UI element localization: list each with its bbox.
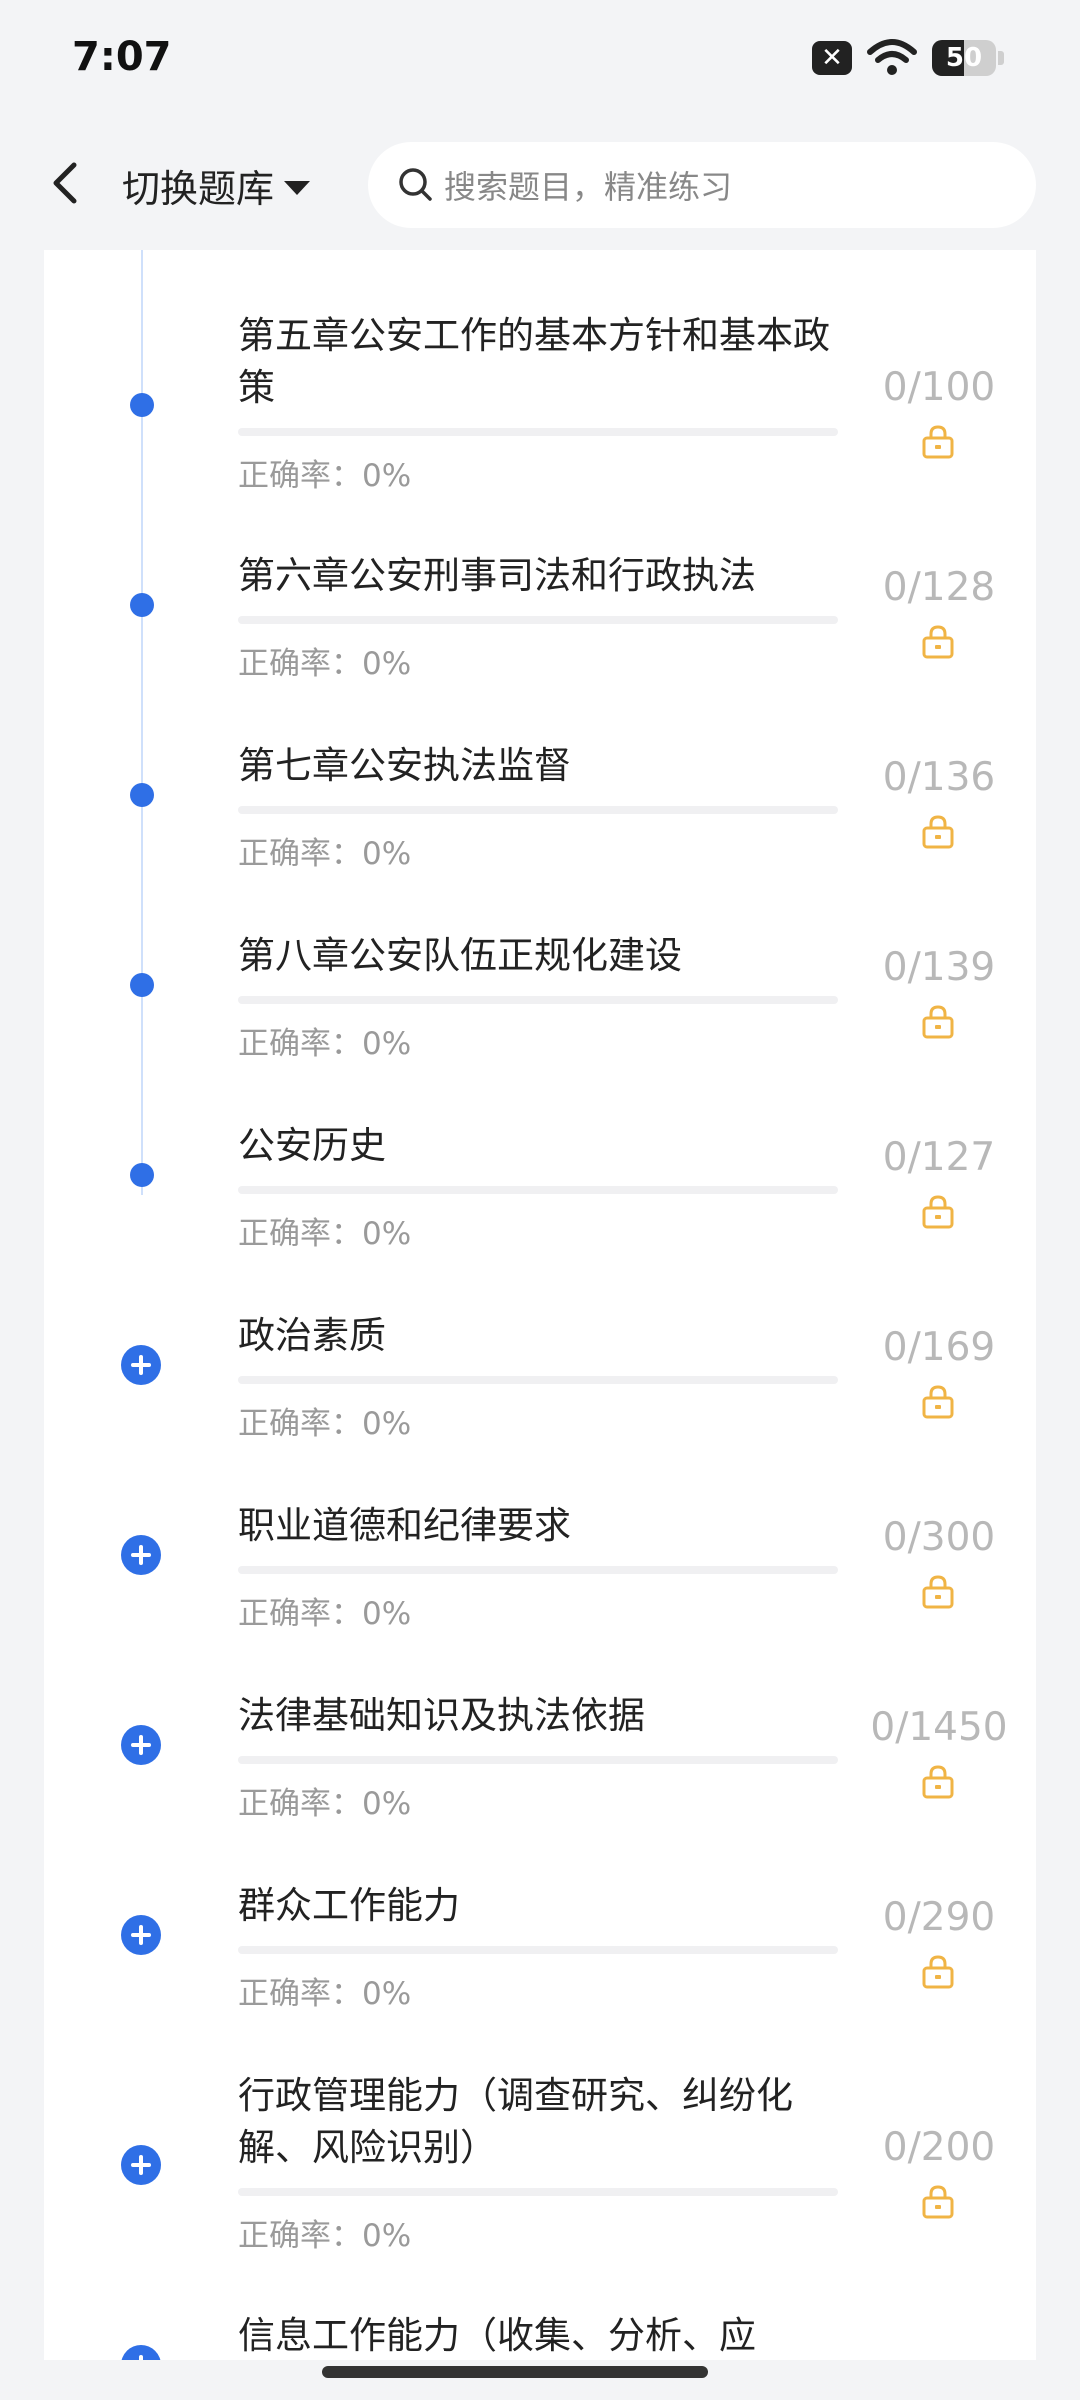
progress-bar (238, 616, 838, 624)
chapter-title: 行政管理能力（调查研究、纠纷化解、风险识别） (238, 2074, 793, 2169)
question-count: 0/290 (882, 1895, 996, 1940)
search-icon (399, 168, 432, 201)
timeline-dot-icon (130, 783, 154, 807)
chapter-list: 第五章公安工作的基本方针和基本政策正确率：0% 0/100 第六章公安刑事司法和行政… (44, 250, 1036, 2360)
lock-icon (918, 1951, 958, 1991)
timeline-dot-icon (130, 973, 154, 997)
lock-icon (918, 1191, 958, 1231)
question-count: 0/139 (882, 945, 996, 990)
back-arrow-icon (53, 162, 77, 204)
switch-bank-button[interactable]: 切换题库 (122, 158, 311, 213)
chapter-title: 第五章公安工作的基本方针和基本政策 (238, 314, 830, 409)
battery-level: 50 (945, 43, 983, 73)
progress-bar (238, 428, 838, 436)
chapter-title: 第七章公安执法监督 (238, 744, 571, 787)
home-indicator[interactable] (322, 2366, 708, 2378)
switch-bank-label: 切换题库 (122, 167, 275, 211)
status-time: 7:07 (72, 34, 172, 80)
lock-icon (918, 1001, 958, 1041)
accuracy-rate: 正确率：0% (238, 1786, 412, 1822)
expand-plus-icon[interactable] (121, 1725, 161, 1765)
caret-down-icon (284, 180, 311, 195)
question-count: 0/1450 (870, 1705, 1008, 1750)
question-count: 0/300 (882, 1515, 996, 1560)
question-count: 0/127 (882, 1135, 996, 1180)
progress-bar (238, 1566, 838, 1574)
progress-bar (238, 996, 838, 1004)
question-count: 0/200 (882, 2125, 996, 2170)
accuracy-rate: 正确率：0% (238, 2218, 412, 2254)
chapter-title: 公安历史 (238, 1124, 386, 1167)
header: 切换题库 搜索题目，精准练习 (0, 120, 1080, 250)
accuracy-rate: 正确率：0% (238, 646, 412, 682)
expand-plus-icon[interactable] (121, 1535, 161, 1575)
accuracy-rate: 正确率：0% (238, 1216, 412, 1252)
progress-bar (238, 2188, 838, 2196)
accuracy-rate: 正确率：0% (238, 836, 412, 872)
no-sim-icon: ✕ (812, 41, 852, 75)
status-icons: ✕ 50 (812, 38, 1004, 78)
status-bar: 7:07 ✕ 50 (0, 0, 1080, 120)
question-count: 0/100 (882, 365, 996, 410)
expand-plus-icon[interactable] (121, 1345, 161, 1385)
lock-icon (918, 811, 958, 851)
wifi-icon (866, 38, 918, 78)
accuracy-rate: 正确率：0% (238, 1026, 412, 1062)
progress-bar (238, 1186, 838, 1194)
progress-bar (238, 1376, 838, 1384)
timeline-dot-icon (130, 393, 154, 417)
chapter-title: 群众工作能力 (238, 1884, 460, 1927)
chapter-title: 信息工作能力（收集、分析、应 (238, 2314, 756, 2357)
search-input[interactable]: 搜索题目，精准练习 (368, 142, 1036, 228)
search-placeholder: 搜索题目，精准练习 (444, 168, 733, 206)
timeline-dot-icon (130, 593, 154, 617)
lock-icon (918, 421, 958, 461)
question-count: 0/136 (882, 755, 996, 800)
chapter-title: 第八章公安队伍正规化建设 (238, 934, 682, 977)
chapter-title: 职业道德和纪律要求 (238, 1504, 571, 1547)
question-count: 0/128 (882, 565, 996, 610)
progress-bar (238, 1946, 838, 1954)
lock-icon (918, 2181, 958, 2221)
accuracy-rate: 正确率：0% (238, 458, 412, 494)
lock-icon (918, 1571, 958, 1611)
lock-icon (918, 1381, 958, 1421)
expand-plus-icon[interactable] (121, 1915, 161, 1955)
expand-plus-icon[interactable] (121, 2345, 161, 2360)
lock-icon (918, 621, 958, 661)
progress-bar (238, 806, 838, 814)
question-count: 0/169 (882, 1325, 996, 1370)
accuracy-rate: 正确率：0% (238, 1596, 412, 1632)
accuracy-rate: 正确率：0% (238, 1406, 412, 1442)
back-button[interactable] (40, 158, 90, 208)
chapter-title: 政治素质 (238, 1314, 386, 1357)
chapter-title: 第六章公安刑事司法和行政执法 (238, 554, 756, 597)
timeline-line (141, 250, 143, 1195)
expand-plus-icon[interactable] (121, 2145, 161, 2185)
battery-tip (998, 51, 1004, 65)
battery-icon: 50 (932, 40, 996, 76)
chapter-title: 法律基础知识及执法依据 (238, 1694, 645, 1737)
timeline-dot-icon (130, 1163, 154, 1187)
lock-icon (918, 1761, 958, 1801)
accuracy-rate: 正确率：0% (238, 1976, 412, 2012)
progress-bar (238, 1756, 838, 1764)
